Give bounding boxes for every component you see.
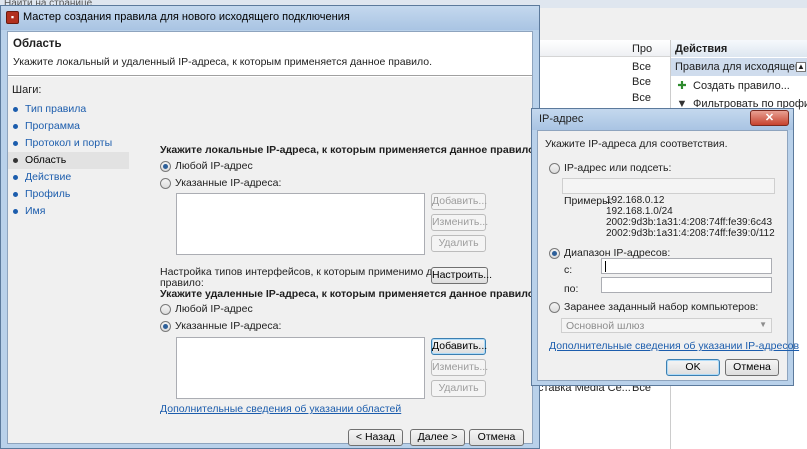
firewall-icon: ▪ [6, 11, 19, 24]
step-label: Тип правила [25, 103, 87, 115]
rule-profile-cell: Все [632, 61, 651, 73]
ip-help-link[interactable]: Дополнительные сведения об указании IP-а… [549, 340, 799, 352]
step-label: Программа [25, 120, 81, 132]
actions-subtitle-label: Правила для исходящего подкл [675, 61, 807, 73]
wizard-titlebar[interactable]: ▪ Мастер создания правила для нового исх… [1, 6, 539, 30]
remote-ip-listbox[interactable] [176, 337, 425, 399]
step-label: Область [25, 154, 67, 166]
step-bullet-icon [13, 124, 18, 129]
local-ip-listbox[interactable] [176, 193, 425, 255]
predefined-radio[interactable] [549, 302, 560, 313]
remote-any-ip-label[interactable]: Любой IP-адрес [175, 303, 253, 315]
remote-add-button[interactable]: Добавить... [431, 338, 487, 355]
table-row[interactable]: Все [536, 60, 671, 76]
profile-column-header[interactable]: Про [632, 43, 652, 55]
range-from-label: с: [564, 264, 573, 276]
actions-pane-title: Действия [671, 40, 807, 57]
local-remove-button[interactable]: Удалить [431, 235, 486, 252]
new-rule-icon: ✚ [677, 80, 687, 92]
step-bullet-icon [13, 192, 18, 197]
example-4: 2002:9d3b:1a31:4:208:74ff:fe39:0/112 [606, 228, 775, 239]
step-item[interactable]: Профиль [8, 186, 129, 203]
subnet-input[interactable] [562, 178, 775, 194]
ip-dialog-titlebar[interactable]: IP-адрес ✕ [532, 109, 793, 130]
predefined-label[interactable]: Заранее заданный набор компьютеров: [564, 301, 758, 313]
range-from-input[interactable] [601, 258, 772, 274]
remote-ip-heading: Укажите удаленные IP-адреса, к которым п… [160, 288, 538, 300]
cancel-button[interactable]: Отмена [469, 429, 524, 446]
range-to-label: по: [564, 283, 579, 295]
create-rule-label: Создать правило... [693, 80, 790, 92]
wizard-header: Область Укажите локальный и удаленный IP… [8, 32, 532, 76]
step-item[interactable]: Имя [8, 203, 129, 220]
chevron-down-icon: ▼ [759, 320, 767, 329]
steps-panel: Шаги: Тип правила Программа Протокол и пор… [8, 77, 129, 443]
local-specified-ip-radio[interactable] [160, 178, 171, 189]
back-button[interactable]: < Назад [348, 429, 403, 446]
ip-dialog-title: IP-адрес [539, 113, 584, 125]
local-add-button[interactable]: Добавить... [431, 193, 487, 210]
step-bullet-icon [13, 141, 18, 146]
ok-button[interactable]: OK [666, 359, 720, 376]
table-row[interactable]: Все [536, 75, 671, 91]
range-to-input[interactable] [601, 277, 772, 293]
local-any-ip-radio[interactable] [160, 161, 171, 172]
remote-edit-button[interactable]: Изменить... [431, 359, 488, 376]
local-any-ip-label[interactable]: Любой IP-адрес [175, 160, 253, 172]
subnet-label[interactable]: IP-адрес или подсеть: [564, 162, 671, 174]
text-caret [605, 261, 606, 272]
example-3: 2002:9d3b:1a31:4:208:74ff:fe39:6c43 [606, 217, 773, 228]
close-icon[interactable]: ✕ [750, 110, 789, 126]
new-outbound-rule-wizard: ▪ Мастер создания правила для нового исх… [0, 5, 540, 449]
step-bullet-icon [13, 175, 18, 180]
ip-cancel-button[interactable]: Отмена [725, 359, 779, 376]
wizard-title: Мастер создания правила для нового исход… [23, 11, 350, 23]
create-rule-action[interactable]: ✚ Создать правило... [671, 77, 807, 95]
example-1: 192.168.0.12 [606, 195, 665, 206]
local-edit-button[interactable]: Изменить... [431, 214, 488, 231]
rule-profile-cell: Все [632, 91, 651, 104]
step-bullet-icon [13, 209, 18, 214]
table-row[interactable]: Все [536, 91, 671, 107]
wizard-client-area: Область Укажите локальный и удаленный IP… [7, 31, 537, 446]
step-item[interactable]: Действие [8, 169, 129, 186]
step-label: Имя [25, 205, 46, 217]
remote-specified-ip-label[interactable]: Указанные IP-адреса: [175, 320, 281, 332]
collapse-icon[interactable]: ▲ [796, 62, 806, 72]
remote-any-ip-radio[interactable] [160, 304, 171, 315]
remote-specified-ip-radio[interactable] [160, 321, 171, 332]
wizard-body: Шаги: Тип правила Программа Протокол и пор… [8, 77, 537, 446]
actions-pane-subtitle[interactable]: Правила для исходящего подкл ▲ [671, 58, 807, 76]
rules-list-header[interactable]: Про [536, 40, 671, 57]
step-bullet-icon [13, 158, 18, 163]
subnet-radio[interactable] [549, 163, 560, 174]
predefined-select-value: Основной шлюз [566, 320, 645, 332]
predefined-select[interactable]: Основной шлюз ▼ [561, 318, 772, 333]
remote-remove-button[interactable]: Удалить [431, 380, 486, 397]
example-2: 192.168.1.0/24 [606, 206, 673, 217]
local-specified-ip-label[interactable]: Указанные IP-адреса: [175, 177, 281, 189]
step-item[interactable]: Программа [8, 118, 129, 135]
scope-help-link[interactable]: Дополнительные сведения об указании обла… [160, 403, 401, 415]
step-label: Протокол и порты [25, 137, 113, 149]
step-item[interactable]: Область [8, 152, 129, 169]
page-description: Укажите локальный и удаленный IP-адреса,… [13, 56, 433, 68]
step-item[interactable]: Протокол и порты [8, 135, 129, 152]
local-ip-heading: Укажите локальные IP-адреса, к которым п… [160, 144, 538, 156]
interface-types-text-line1: Настройка типов интерфейсов, к которым п… [160, 266, 462, 278]
rule-profile-cell: Все [632, 76, 651, 89]
ip-address-dialog: IP-адрес ✕ Укажите IP-адреса для соответ… [531, 108, 799, 386]
steps-title: Шаги: [12, 84, 42, 96]
step-item[interactable]: Тип правила [8, 101, 129, 118]
page-title: Область [13, 38, 62, 50]
ip-dialog-prompt: Укажите IP-адреса для соответствия. [545, 138, 728, 150]
customize-interfaces-button[interactable]: Настроить... [431, 267, 492, 284]
next-button[interactable]: Далее > [410, 429, 465, 446]
step-label: Профиль [25, 188, 71, 200]
ip-dialog-client: Укажите IP-адреса для соответствия. IP-а… [537, 130, 799, 381]
step-bullet-icon [13, 107, 18, 112]
step-label: Действие [25, 171, 72, 183]
range-radio[interactable] [549, 248, 560, 259]
